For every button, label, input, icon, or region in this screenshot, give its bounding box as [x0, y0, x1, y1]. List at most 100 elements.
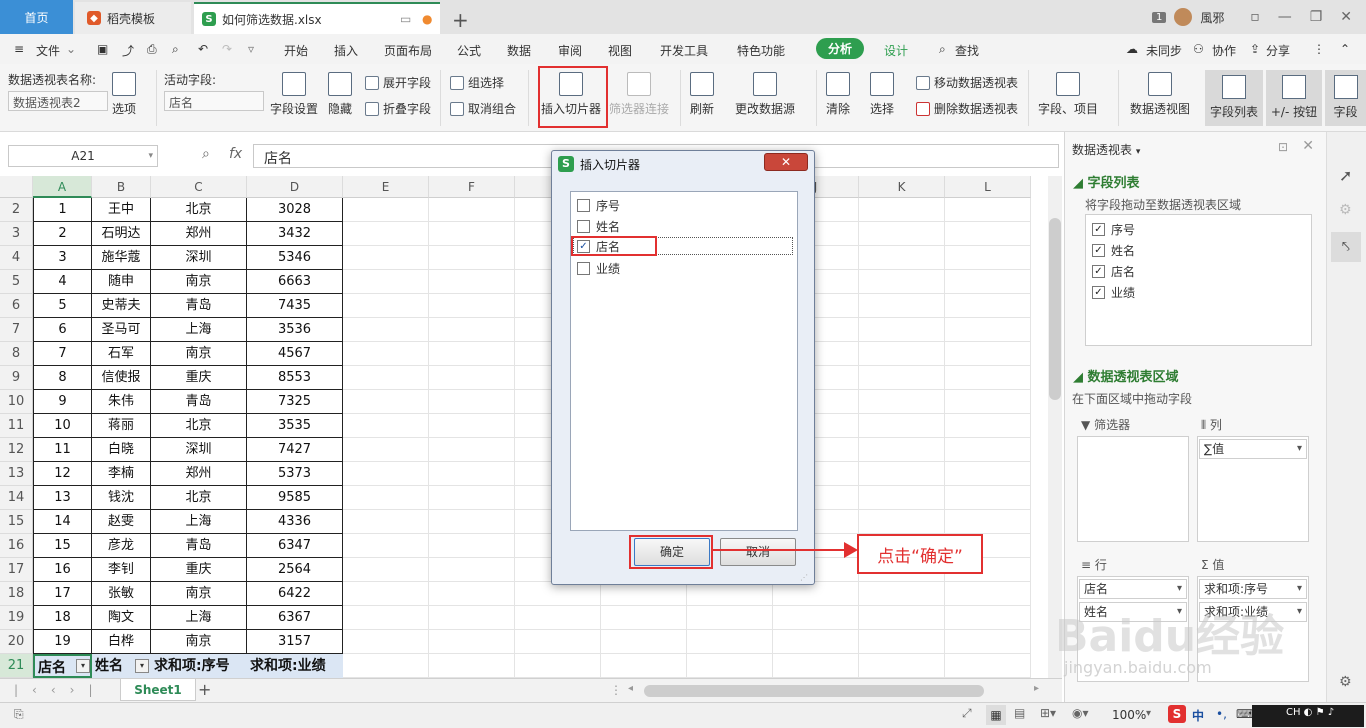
empty-cell[interactable]: [773, 606, 859, 630]
empty-cell[interactable]: [429, 630, 515, 654]
panel-title[interactable]: 数据透视表 ▾: [1072, 141, 1140, 158]
empty-cell[interactable]: [343, 630, 429, 654]
empty-cell[interactable]: [945, 222, 1031, 246]
empty-cell[interactable]: [343, 294, 429, 318]
table-cell[interactable]: 郑州: [151, 222, 247, 246]
delete-pivot-button[interactable]: 删除数据透视表: [916, 100, 1018, 117]
table-cell[interactable]: 2: [33, 222, 92, 246]
empty-cell[interactable]: [343, 534, 429, 558]
field-item-name[interactable]: ✓ 姓名: [1092, 242, 1135, 259]
table-cell[interactable]: 蒋丽: [92, 414, 151, 438]
menu-design[interactable]: 设计: [884, 42, 908, 59]
row-header[interactable]: 7: [0, 318, 33, 342]
table-cell[interactable]: 6347: [247, 534, 343, 558]
empty-cell[interactable]: [859, 606, 945, 630]
plus-minus-button[interactable]: +/- 按钮: [1266, 70, 1322, 126]
field-list-button[interactable]: 字段列表: [1205, 70, 1263, 126]
pivot-filter-dropdown-icon[interactable]: ▾: [76, 659, 90, 673]
empty-cell[interactable]: [859, 414, 945, 438]
menu-developer[interactable]: 开发工具: [660, 42, 708, 59]
table-cell[interactable]: 赵雯: [92, 510, 151, 534]
empty-cell[interactable]: [859, 222, 945, 246]
print-preview-icon[interactable]: ⌕: [172, 42, 179, 57]
table-cell[interactable]: 圣马可: [92, 318, 151, 342]
empty-cell[interactable]: [859, 294, 945, 318]
empty-cell[interactable]: [859, 486, 945, 510]
field-headers-button[interactable]: 字段: [1325, 70, 1366, 126]
page-layout-view-icon[interactable]: ▤: [1014, 706, 1025, 720]
row-header[interactable]: 3: [0, 222, 33, 246]
tab-daoke-templates[interactable]: ◆ 稻壳模板: [75, 2, 191, 34]
empty-cell[interactable]: [515, 606, 601, 630]
empty-cell[interactable]: [343, 414, 429, 438]
table-cell[interactable]: 重庆: [151, 558, 247, 582]
table-cell[interactable]: 16: [33, 558, 92, 582]
ime-keyboard-icon[interactable]: ⌨: [1236, 707, 1253, 721]
table-cell[interactable]: 彦龙: [92, 534, 151, 558]
row-header[interactable]: 9: [0, 366, 33, 390]
menu-start[interactable]: 开始: [284, 42, 308, 59]
table-cell[interactable]: 李钊: [92, 558, 151, 582]
empty-cell[interactable]: [343, 270, 429, 294]
vertical-scroll-thumb[interactable]: [1049, 218, 1061, 400]
table-cell[interactable]: 2564: [247, 558, 343, 582]
table-cell[interactable]: 17: [33, 582, 92, 606]
table-cell[interactable]: 南京: [151, 342, 247, 366]
sogou-ime-icon[interactable]: S: [1168, 705, 1186, 723]
menu-view[interactable]: 视图: [608, 42, 632, 59]
monitor-icon[interactable]: ▭: [400, 12, 411, 26]
empty-cell[interactable]: [343, 198, 429, 222]
row-header[interactable]: 4: [0, 246, 33, 270]
empty-cell[interactable]: [343, 606, 429, 630]
panel-close-icon[interactable]: ✕: [1302, 138, 1314, 154]
table-cell[interactable]: 3535: [247, 414, 343, 438]
table-cell[interactable]: 6422: [247, 582, 343, 606]
empty-cell[interactable]: [945, 366, 1031, 390]
table-cell[interactable]: 青岛: [151, 390, 247, 414]
empty-cell[interactable]: [429, 342, 515, 366]
menu-page-layout[interactable]: 页面布局: [384, 42, 432, 59]
normal-view-icon[interactable]: ▦: [986, 705, 1006, 725]
add-sheet-button[interactable]: +: [198, 680, 211, 699]
eye-protection-icon[interactable]: ◉▾: [1072, 706, 1089, 720]
export-icon[interactable]: ⤴: [122, 42, 134, 59]
empty-cell[interactable]: [945, 486, 1031, 510]
cancel-button[interactable]: 取消: [720, 538, 796, 566]
table-cell[interactable]: 朱伟: [92, 390, 151, 414]
table-cell[interactable]: 3: [33, 246, 92, 270]
table-cell[interactable]: 白桦: [92, 630, 151, 654]
table-cell[interactable]: 9: [33, 390, 92, 414]
field-checkbox[interactable]: ✓: [1092, 223, 1105, 236]
minimize-icon[interactable]: —: [1278, 9, 1292, 25]
empty-cell[interactable]: [343, 246, 429, 270]
table-cell[interactable]: 信使报: [92, 366, 151, 390]
share-button[interactable]: 分享: [1266, 42, 1290, 59]
redo-icon[interactable]: ↷: [222, 42, 232, 56]
column-zone-item[interactable]: ∑值: [1199, 439, 1307, 459]
pin-icon[interactable]: ⊡: [1278, 140, 1288, 154]
empty-cell[interactable]: [945, 414, 1031, 438]
field-list-section-title[interactable]: ◢ 字段列表: [1073, 172, 1140, 191]
empty-cell[interactable]: [859, 438, 945, 462]
table-cell[interactable]: 上海: [151, 510, 247, 534]
table-cell[interactable]: 北京: [151, 414, 247, 438]
print-icon[interactable]: ⎙: [147, 42, 157, 57]
table-cell[interactable]: 陶文: [92, 606, 151, 630]
help-icon[interactable]: ⚙: [1339, 674, 1352, 690]
clear-button[interactable]: 清除: [826, 72, 850, 117]
empty-cell[interactable]: [859, 390, 945, 414]
table-cell[interactable]: 上海: [151, 318, 247, 342]
empty-cell[interactable]: [773, 654, 859, 678]
empty-cell[interactable]: [343, 582, 429, 606]
table-cell[interactable]: 王中: [92, 198, 151, 222]
user-area[interactable]: 1 風邪: [1152, 8, 1224, 26]
table-cell[interactable]: 张敏: [92, 582, 151, 606]
empty-cell[interactable]: [945, 198, 1031, 222]
table-cell[interactable]: 14: [33, 510, 92, 534]
filter-zone[interactable]: [1077, 436, 1189, 542]
field-item-store[interactable]: ✓ 店名: [1092, 263, 1135, 280]
ime-mode[interactable]: 中: [1192, 707, 1204, 724]
empty-cell[interactable]: [859, 582, 945, 606]
tab-home[interactable]: 首页: [0, 0, 73, 34]
table-cell[interactable]: 施华蔻: [92, 246, 151, 270]
